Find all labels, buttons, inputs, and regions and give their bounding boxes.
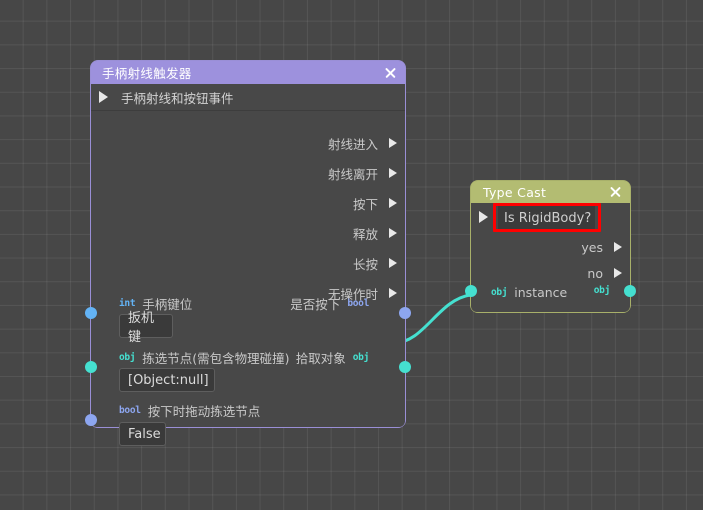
- play-triangle-icon[interactable]: [614, 268, 622, 278]
- play-triangle-icon[interactable]: [389, 168, 397, 178]
- exec-header-label: 手柄射线和按钮事件: [121, 90, 234, 106]
- play-triangle-icon[interactable]: [389, 228, 397, 238]
- exec-output-label: 按下: [352, 196, 378, 212]
- type-badge-bool: bool: [119, 405, 141, 416]
- exec-output-row-yes[interactable]: yes: [581, 238, 622, 256]
- node-body: Is RigidBody? yes no obj instance obj: [465, 203, 636, 312]
- input-port-handle-key[interactable]: [85, 307, 97, 319]
- play-triangle-icon[interactable]: [479, 211, 488, 223]
- input-port-instance[interactable]: [465, 285, 477, 297]
- dropdown-handle-key[interactable]: 扳机键: [119, 311, 173, 345]
- output-row-pickup-object: 拾取对象 obj: [295, 348, 370, 367]
- cast-condition-label[interactable]: Is RigidBody?: [498, 206, 595, 230]
- type-badge-bool: bool: [347, 298, 369, 309]
- play-triangle-icon[interactable]: [389, 198, 397, 208]
- output-label-pickup-object: 拾取对象: [295, 351, 346, 366]
- type-badge-obj: obj: [593, 285, 611, 296]
- type-badge-obj: obj: [352, 352, 370, 363]
- node-title: Type Cast: [483, 184, 547, 200]
- input-label-drag-on-press: 按下时拖动拣选节点: [147, 404, 261, 419]
- exec-output-row-0[interactable]: 射线进入: [328, 134, 397, 152]
- close-icon[interactable]: [382, 65, 398, 81]
- node-handle-ray-trigger[interactable]: 手柄射线触发器 手柄射线和按钮事件 射线进入 射线离开 按下 释放 长按 无操作…: [85, 60, 411, 446]
- exec-output-row-3[interactable]: 释放: [353, 224, 397, 242]
- exec-output-label: 射线离开: [327, 166, 378, 182]
- node-titlebar[interactable]: Type Cast: [471, 181, 630, 203]
- input-port-pick-node[interactable]: [85, 361, 97, 373]
- node-title: 手柄射线触发器: [102, 66, 192, 81]
- type-badge-obj: obj: [119, 352, 136, 363]
- node-graph-canvas[interactable]: 手柄射线触发器 手柄射线和按钮事件 射线进入 射线离开 按下 释放 长按 无操作…: [0, 0, 703, 510]
- input-row-pick-node: obj 拣选节点(需包含物理碰撞): [119, 348, 290, 367]
- value-field-pick-node[interactable]: [Object:null]: [119, 368, 215, 392]
- play-triangle-icon[interactable]: [389, 288, 397, 298]
- input-label-pick-node: 拣选节点(需包含物理碰撞): [142, 351, 290, 366]
- exec-output-row-4[interactable]: 长按: [353, 254, 397, 272]
- close-icon[interactable]: [607, 184, 623, 200]
- dropdown-drag-on-press[interactable]: False: [119, 422, 166, 446]
- output-port-is-pressed[interactable]: [399, 307, 411, 319]
- exec-output-label: 射线进入: [327, 136, 378, 152]
- exec-output-label-no: no: [587, 265, 603, 281]
- exec-header-row[interactable]: 手柄射线和按钮事件: [91, 84, 405, 111]
- play-triangle-icon[interactable]: [389, 258, 397, 268]
- node-titlebar[interactable]: 手柄射线触发器: [91, 61, 405, 84]
- exec-output-row-1[interactable]: 射线离开: [328, 164, 397, 182]
- node-type-cast[interactable]: Type Cast Is RigidBody? yes no obj insta…: [465, 180, 636, 313]
- instance-out-type: obj: [593, 285, 611, 296]
- output-port-instance[interactable]: [624, 285, 636, 297]
- instance-row: obj instance: [491, 285, 567, 300]
- input-row-drag-on-press: bool 按下时拖动拣选节点: [119, 401, 260, 420]
- output-label-is-pressed: 是否按下: [290, 297, 341, 312]
- play-triangle-icon[interactable]: [614, 242, 622, 252]
- input-port-drag-on-press[interactable]: [85, 414, 97, 426]
- type-badge-obj: obj: [491, 287, 508, 298]
- exec-output-label-yes: yes: [581, 239, 603, 255]
- instance-label: instance: [514, 285, 568, 300]
- exec-output-row-no[interactable]: no: [587, 264, 622, 282]
- exec-output-label: 释放: [352, 226, 378, 242]
- output-row-is-pressed: 是否按下 bool: [290, 294, 369, 313]
- output-port-pickup-object[interactable]: [399, 361, 411, 373]
- play-triangle-icon: [99, 91, 108, 103]
- node-body: 手柄射线和按钮事件 射线进入 射线离开 按下 释放 长按 无操作时 int 手柄…: [85, 84, 411, 446]
- exec-output-row-2[interactable]: 按下: [353, 194, 397, 212]
- exec-output-label: 长按: [352, 256, 378, 272]
- play-triangle-icon[interactable]: [389, 138, 397, 148]
